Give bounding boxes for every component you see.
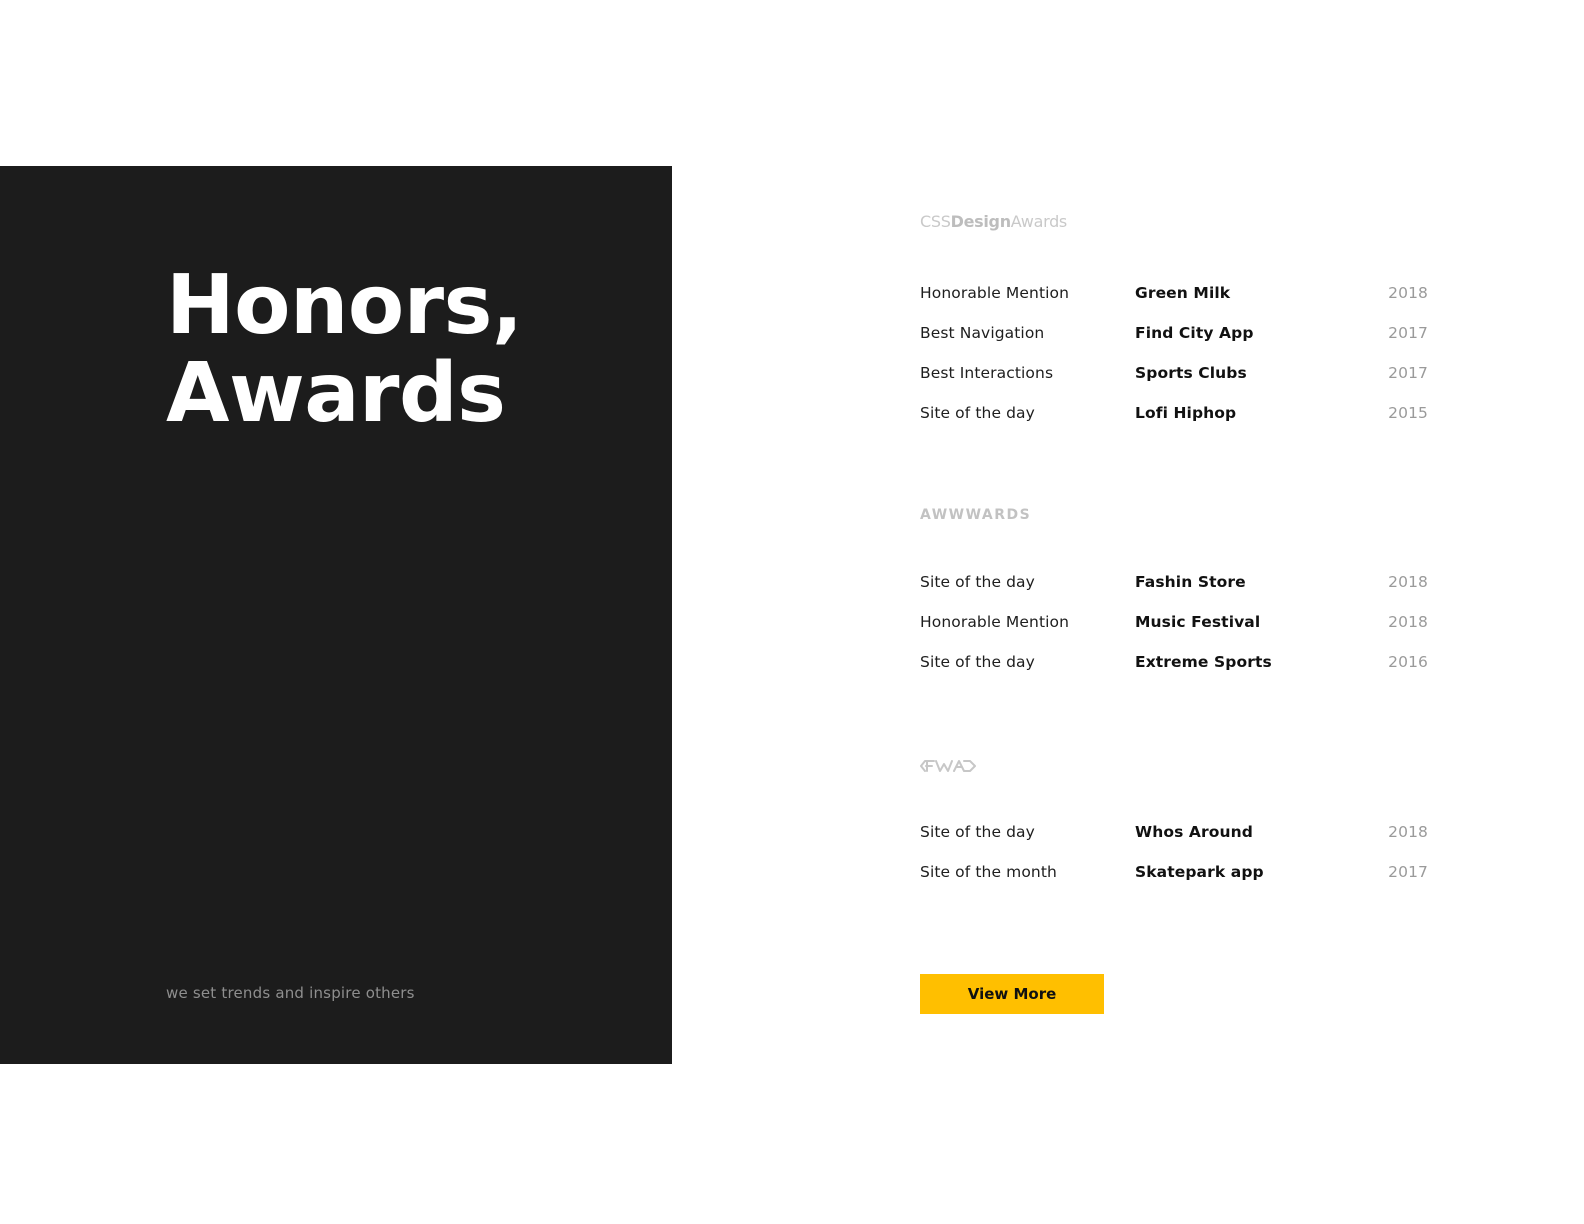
cssdesignawards-logo: CSSDesignAwards — [920, 212, 1067, 231]
award-project: Skatepark app — [1135, 863, 1264, 881]
award-category: Honorable Mention — [920, 284, 1070, 302]
award-category: Site of the day — [920, 404, 1035, 422]
fwa-logo — [920, 760, 976, 772]
award-year: 2015 — [1388, 404, 1428, 422]
award-year: 2018 — [1388, 613, 1428, 631]
award-category: Site of the day — [920, 653, 1035, 671]
title-line-2: Awards — [166, 346, 506, 441]
award-category: Site of the day — [920, 823, 1035, 841]
award-row: Honorable Mention Green Milk 2018 — [920, 274, 1428, 314]
award-project: Whos Around — [1135, 823, 1253, 841]
award-row: Honorable Mention Music Festival 2018 — [920, 603, 1428, 643]
award-year: 2018 — [1388, 573, 1428, 591]
award-row: Site of the month Skatepark app 2017 — [920, 853, 1428, 893]
award-year: 2017 — [1388, 364, 1428, 382]
award-project: Sports Clubs — [1135, 364, 1247, 382]
award-project: Fashin Store — [1135, 573, 1246, 591]
awwwards-logo: AWWWARDS — [920, 507, 1032, 523]
award-row: Best Navigation Find City App 2017 — [920, 314, 1428, 354]
tagline: we set trends and inspire others — [166, 984, 415, 1002]
award-category: Site of the day — [920, 573, 1035, 591]
page-title: Honors, Awards — [166, 262, 523, 438]
award-year: 2017 — [1388, 324, 1428, 342]
award-year: 2018 — [1388, 823, 1428, 841]
award-category: Honorable Mention — [920, 613, 1070, 631]
title-line-1: Honors, — [166, 258, 523, 353]
award-row: Site of the day Lofi Hiphop 2015 — [920, 394, 1428, 434]
awwwards-group: Site of the day Fashin Store 2018 Honora… — [920, 563, 1428, 683]
award-category: Best Interactions — [920, 364, 1054, 382]
view-more-button[interactable]: View More — [920, 974, 1104, 1014]
award-category: Site of the month — [920, 863, 1057, 881]
hero-panel: Honors, Awards we set trends and inspire… — [0, 166, 672, 1064]
cssdesignawards-group: Honorable Mention Green Milk 2018 Best N… — [920, 274, 1428, 434]
honors-page: Honors, Awards we set trends and inspire… — [0, 0, 1584, 1224]
award-row: Best Interactions Sports Clubs 2017 — [920, 354, 1428, 394]
award-project: Find City App — [1135, 324, 1254, 342]
award-project: Extreme Sports — [1135, 653, 1272, 671]
award-row: Site of the day Whos Around 2018 — [920, 813, 1428, 853]
award-year: 2018 — [1388, 284, 1428, 302]
award-row: Site of the day Extreme Sports 2016 — [920, 643, 1428, 683]
fwa-group: Site of the day Whos Around 2018 Site of… — [920, 813, 1428, 893]
award-project: Music Festival — [1135, 613, 1261, 631]
award-row: Site of the day Fashin Store 2018 — [920, 563, 1428, 603]
award-year: 2017 — [1388, 863, 1428, 881]
award-project: Lofi Hiphop — [1135, 404, 1237, 422]
award-year: 2016 — [1388, 653, 1428, 671]
award-project: Green Milk — [1135, 284, 1231, 302]
award-category: Best Navigation — [920, 324, 1045, 342]
